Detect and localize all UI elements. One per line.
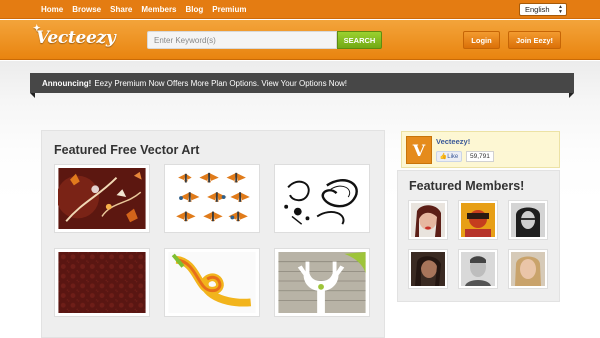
logo-text: Vecteezy <box>36 28 116 48</box>
vecteezy-badge-icon[interactable]: V <box>406 136 432 164</box>
member-photo <box>511 252 545 286</box>
deer-antlers-image <box>278 252 366 313</box>
search-button[interactable]: SEARCH <box>337 31 382 49</box>
featured-members-panel: Featured Members! <box>397 170 560 302</box>
ribbon-fold-left <box>30 93 35 98</box>
ribbon-fold-right <box>569 93 574 98</box>
thumbs-up-icon: 👍 <box>439 154 448 160</box>
nav-home[interactable]: Home <box>41 5 63 14</box>
thumbnail-ribbon-swirl[interactable] <box>164 248 260 317</box>
member-avatar[interactable] <box>508 249 548 289</box>
announcement-lead: Announcing! <box>42 78 92 88</box>
search-placeholder: Enter Keyword(s) <box>154 35 216 45</box>
butterflies-image <box>168 168 256 229</box>
thumbnail-damask-pattern[interactable] <box>54 248 150 317</box>
member-avatar[interactable] <box>408 249 448 289</box>
top-nav: Home Browse Share Members Blog Premium <box>41 0 256 19</box>
site-logo[interactable]: ✦ Vecteezy <box>33 24 131 50</box>
nav-share[interactable]: Share <box>110 5 132 14</box>
thumbnail-deer-antlers[interactable] <box>274 248 370 317</box>
like-label: Like <box>447 153 459 160</box>
nav-blog[interactable]: Blog <box>186 5 204 14</box>
facebook-like-box: V Vecteezy! 👍 Like 59,791 <box>401 131 560 168</box>
member-avatar[interactable] <box>458 249 498 289</box>
nav-members[interactable]: Members <box>141 5 176 14</box>
damask-pattern-image <box>58 252 146 313</box>
nav-browse[interactable]: Browse <box>72 5 101 14</box>
thumbnail-floral-autumn[interactable] <box>54 164 150 233</box>
member-photo <box>411 252 445 286</box>
announcement-banner[interactable]: Announcing! Eezy Premium Now Offers More… <box>30 73 574 98</box>
thumbnail-paisley[interactable] <box>274 164 370 233</box>
member-photo <box>461 252 495 286</box>
language-selected: English <box>525 5 550 14</box>
join-button[interactable]: Join Eezy! <box>508 31 561 49</box>
floral-autumn-image <box>56 168 146 229</box>
badge-letter: V <box>412 140 426 160</box>
facebook-like-button[interactable]: 👍 Like <box>436 151 462 162</box>
paisley-image <box>278 168 366 229</box>
nav-premium[interactable]: Premium <box>212 5 246 14</box>
search-input[interactable]: Enter Keyword(s) <box>147 31 337 49</box>
member-avatar[interactable] <box>458 200 498 240</box>
featured-panel: Featured Free Vector Art <box>41 130 385 338</box>
login-button[interactable]: Login <box>463 31 500 49</box>
member-photo <box>411 203 445 237</box>
select-arrows-icon: ▲ ▼ <box>558 4 563 15</box>
featured-title: Featured Free Vector Art <box>54 143 200 157</box>
thumbnail-butterflies[interactable] <box>164 164 260 233</box>
language-select[interactable]: English ▲ ▼ <box>519 3 567 16</box>
ribbon-swirl-image <box>168 252 256 313</box>
member-photo <box>461 203 495 237</box>
member-avatar[interactable] <box>508 200 548 240</box>
member-avatar[interactable] <box>408 200 448 240</box>
sparkle-icon: ✦ <box>33 24 41 34</box>
members-title: Featured Members! <box>409 179 525 193</box>
facebook-page-name[interactable]: Vecteezy! <box>436 137 470 146</box>
member-photo <box>511 203 545 237</box>
like-count: 59,791 <box>466 151 494 162</box>
announcement-text: Eezy Premium Now Offers More Plan Option… <box>94 78 348 88</box>
